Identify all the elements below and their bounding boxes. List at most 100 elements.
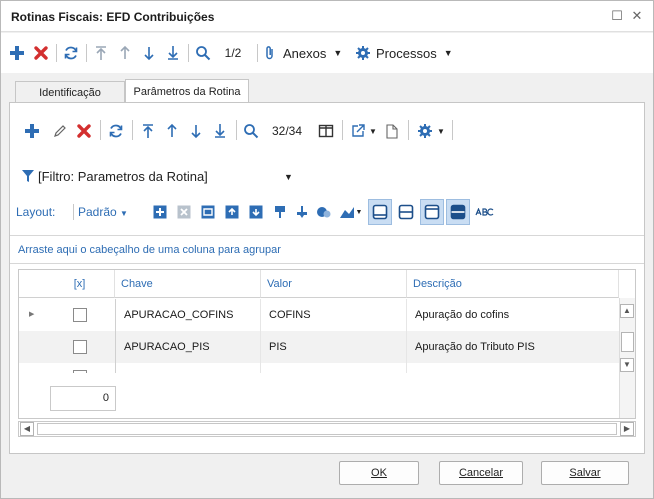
grid-delete-button[interactable] [74, 120, 94, 142]
last-record-icon [168, 46, 178, 60]
toggle-header-button[interactable] [420, 199, 444, 225]
title-bar: Rotinas Fiscais: EFD Contribuições ☐ ✕ [1, 1, 653, 32]
cell-chave[interactable] [115, 363, 261, 373]
cell-descricao[interactable]: Apuração do Tributo PIS [407, 331, 619, 363]
scroll-left-icon[interactable]: ◀ [20, 422, 34, 436]
tab-parametros-da-rotina[interactable]: Parâmetros da Rotina [125, 79, 249, 104]
tab-identificacao[interactable]: Identificação [15, 81, 125, 103]
vertical-scrollbar[interactable]: ▲ ▼ [619, 298, 635, 418]
chevron-down-icon: ▼ [437, 126, 445, 136]
upload-icon [225, 205, 239, 219]
column-header-valor[interactable]: Valor [261, 270, 407, 298]
column-header-selected[interactable]: [x] [45, 270, 115, 298]
unpin-layout-button[interactable] [292, 201, 312, 223]
chevron-down-icon: ▼ [369, 126, 377, 136]
pin-layout-button[interactable] [270, 201, 290, 223]
previous-record-icon [120, 45, 130, 59]
group-by-hint: Arraste aqui o cabeçalho de uma coluna p… [18, 244, 281, 256]
last-record-button[interactable] [163, 42, 183, 64]
area-chart-icon [339, 207, 354, 218]
save-label: Salvar [569, 467, 601, 479]
pencil-icon [54, 125, 66, 137]
chart-dropdown[interactable]: ▼ [338, 201, 364, 223]
delete-button[interactable] [31, 42, 51, 64]
previous-record-button[interactable] [115, 42, 135, 64]
table-row[interactable]: APURACAO_PIS PIS Apuração do Tributo PIS [19, 331, 619, 363]
close-button[interactable]: ✕ [629, 8, 645, 24]
add-icon [10, 46, 24, 60]
processos-dropdown[interactable]: Processos ▼ [355, 42, 465, 64]
document-icon [386, 123, 398, 139]
grid-refresh-button[interactable] [106, 120, 126, 142]
search-button[interactable] [193, 42, 213, 64]
toggle-filter-row-button[interactable] [446, 199, 470, 225]
row-checkbox[interactable] [73, 370, 87, 373]
anexos-dropdown[interactable]: Anexos ▼ [263, 42, 351, 64]
next-record-button[interactable] [139, 42, 159, 64]
panel-bottom-icon [372, 204, 388, 220]
panel-split-icon [398, 204, 414, 220]
cell-valor[interactable]: COFINS [261, 299, 407, 331]
cancel-button[interactable]: Cancelar [439, 461, 523, 485]
grid-document-button[interactable] [382, 120, 402, 142]
toolbar-separator [86, 44, 87, 62]
grid-add-button[interactable] [22, 120, 42, 142]
layout-row: Layout: Padrão ▼ ▼ [10, 199, 644, 225]
grid-edit-button[interactable] [50, 120, 70, 142]
maximize-button[interactable]: ☐ [609, 8, 625, 24]
horizontal-scrollbar[interactable]: ◀ ▶ [18, 421, 636, 437]
grid-columns-button[interactable] [316, 120, 336, 142]
export-dropdown[interactable]: ▼ [348, 120, 380, 142]
ok-button[interactable]: OK [339, 461, 419, 485]
add-layout-button[interactable] [150, 201, 170, 223]
grid-search-button[interactable] [241, 120, 261, 142]
grid-first-record-button[interactable] [138, 120, 158, 142]
save-button[interactable]: Salvar [541, 461, 629, 485]
chevron-down-icon: ▼ [333, 48, 343, 58]
paint-bucket-icon [317, 207, 331, 218]
grid-next-record-button[interactable] [186, 120, 206, 142]
scroll-right-icon[interactable]: ▶ [620, 422, 634, 436]
ok-label: OK [371, 467, 387, 479]
paperclip-icon [266, 46, 273, 60]
layout-select[interactable]: Padrão ▼ [78, 205, 128, 219]
table-row[interactable]: ▶ APURACAO_COFINS COFINS Apuração do cof… [19, 299, 619, 331]
cell-chave[interactable]: APURACAO_PIS [115, 331, 261, 363]
spellcheck-button[interactable] [474, 201, 496, 223]
column-header-chave[interactable]: Chave [115, 270, 261, 298]
cell-descricao[interactable]: Apuração do cofins [407, 299, 619, 331]
grid-previous-record-button[interactable] [162, 120, 182, 142]
table-row[interactable] [19, 363, 619, 373]
layout-value: Padrão [78, 205, 117, 219]
cell-chave[interactable]: APURACAO_COFINS [115, 299, 261, 331]
row-checkbox[interactable] [73, 340, 87, 354]
remove-layout-button[interactable] [174, 201, 194, 223]
color-layout-button[interactable] [314, 201, 334, 223]
scroll-down-icon[interactable]: ▼ [620, 358, 634, 372]
toolbar-separator [73, 204, 74, 220]
cancel-label: Cancelar [458, 467, 504, 479]
grid-last-record-button[interactable] [210, 120, 230, 142]
row-checkbox[interactable] [73, 308, 87, 322]
add-icon [25, 124, 39, 138]
cell-valor[interactable] [261, 363, 407, 373]
toggle-footer-button[interactable] [368, 199, 392, 225]
upload-layout-button[interactable] [222, 201, 242, 223]
toolbar-separator [236, 120, 237, 140]
scrollbar-thumb[interactable] [37, 423, 617, 435]
previous-record-icon [167, 123, 177, 137]
save-layout-button[interactable] [198, 201, 218, 223]
pin-icon [275, 206, 285, 218]
add-button[interactable] [7, 42, 27, 64]
grid-settings-dropdown[interactable]: ▼ [414, 120, 448, 142]
parametros-panel: 32/34 ▼ ▼ [Filtro: Parametros da Rotina] [9, 102, 645, 454]
cell-valor[interactable]: PIS [261, 331, 407, 363]
refresh-button[interactable] [61, 42, 81, 64]
column-header-descricao[interactable]: Descrição [407, 270, 619, 298]
toggle-group-button[interactable] [394, 199, 418, 225]
first-record-button[interactable] [91, 42, 111, 64]
filter-row[interactable]: [Filtro: Parametros da Rotina] ▼ [10, 164, 644, 190]
scroll-up-icon[interactable]: ▲ [620, 304, 634, 318]
download-layout-button[interactable] [246, 201, 266, 223]
scrollbar-thumb[interactable] [621, 332, 634, 352]
